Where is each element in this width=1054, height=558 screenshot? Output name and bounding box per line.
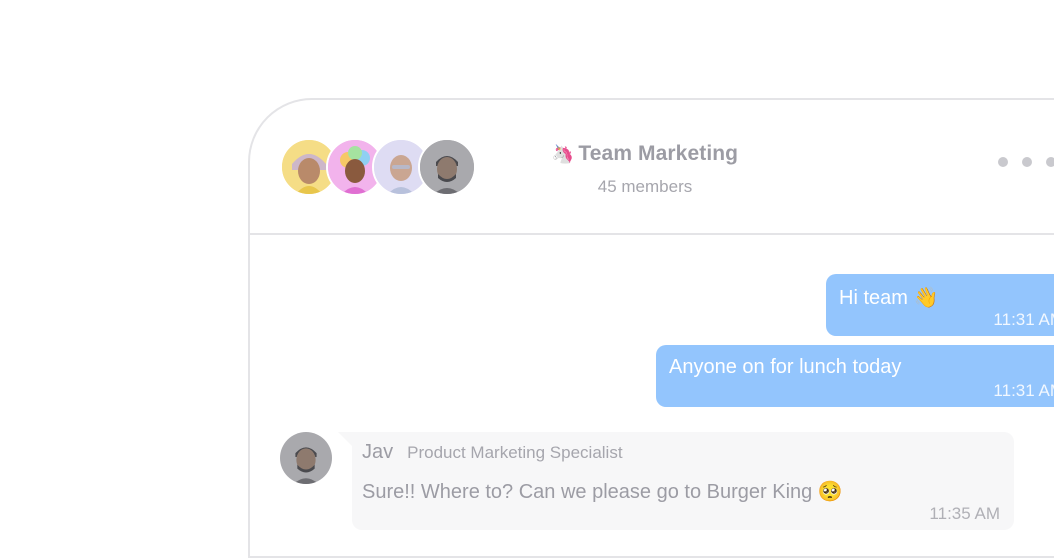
group-name: Team Marketing	[578, 142, 739, 165]
message-text: Sure!! Where to? Can we please go to Bur…	[362, 481, 843, 503]
member-avatar-4[interactable]	[418, 138, 476, 196]
more-dots-icon	[998, 157, 1008, 167]
more-options-button[interactable]	[998, 157, 1054, 167]
sender-name: Jav	[362, 441, 394, 463]
sender-line: Jav Product Marketing Specialist	[362, 441, 623, 464]
group-title: 🦄 Team Marketing	[525, 142, 765, 166]
outgoing-message[interactable]: Anyone on for lunch today 11:31 AM ✓	[656, 345, 1054, 407]
message-text: Hi team 👋	[839, 287, 939, 309]
sender-role: Product Marketing Specialist	[407, 443, 623, 462]
more-dots-icon	[1046, 157, 1054, 167]
message-time: 11:35 AM	[929, 504, 1000, 523]
message-time: 11:31 AM	[993, 381, 1054, 400]
outgoing-message[interactable]: Hi team 👋 11:31 AM ✓	[826, 274, 1054, 336]
sender-avatar[interactable]	[280, 432, 332, 484]
chat-header: 🦄 Team Marketing 45 members	[250, 100, 1054, 235]
unicorn-icon: 🦄	[551, 144, 575, 164]
message-text: Anyone on for lunch today	[669, 356, 902, 378]
chat-window: 🦄 Team Marketing 45 members Hi team 👋 11:…	[248, 98, 1054, 558]
member-count: 45 members	[597, 177, 693, 196]
group-info[interactable]: 🦄 Team Marketing 45 members	[525, 142, 765, 197]
more-dots-icon	[1022, 157, 1032, 167]
message-time: 11:31 AM	[993, 310, 1054, 329]
incoming-message[interactable]: Jav Product Marketing Specialist Sure!! W…	[338, 432, 1014, 530]
